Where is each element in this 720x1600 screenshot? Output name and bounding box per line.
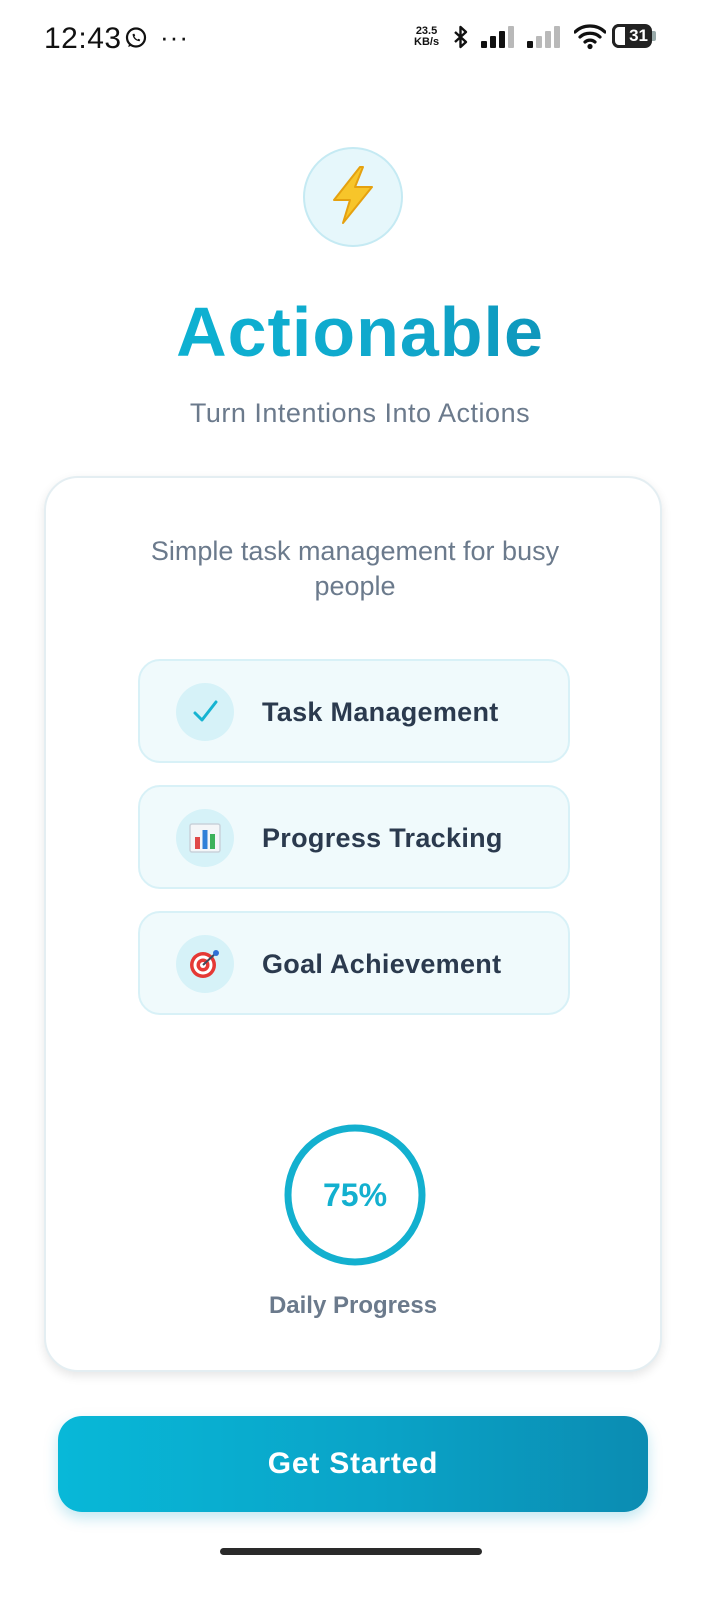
home-indicator[interactable] [220, 1548, 482, 1555]
app-title: Actionable [0, 292, 720, 372]
feature-label: Progress Tracking [262, 823, 503, 853]
wifi-icon [573, 24, 607, 55]
status-more: ··· [160, 22, 189, 52]
network-speed: 23.5 KB/s [414, 26, 439, 48]
status-bar: 12:43 ··· 23.5 KB/s 31 [0, 0, 720, 78]
progress-value: 75% [322, 1177, 388, 1213]
feature-label: Goal Achievement [262, 949, 502, 979]
feature-goal-achievement: Goal Achievement [138, 911, 570, 1015]
bar-chart-icon [176, 809, 234, 867]
battery-cap [652, 31, 656, 41]
feature-task-management: Task Management [138, 659, 570, 763]
welcome-screen: 12:43 ··· 23.5 KB/s 31 Actionable Turn I… [0, 0, 720, 1600]
bluetooth-icon [452, 25, 470, 54]
whatsapp-icon [124, 26, 148, 50]
card-subtitle: Simple task management for busy people [150, 536, 560, 601]
network-speed-unit: KB/s [414, 36, 440, 48]
target-icon [176, 935, 234, 993]
feature-progress-tracking: Progress Tracking [138, 785, 570, 889]
checkmark-icon [176, 683, 234, 741]
lightning-bolt-icon [330, 165, 376, 229]
battery-level: 31 [629, 26, 648, 45]
signal-icon [480, 25, 516, 54]
app-tagline: Turn Intentions Into Actions [189, 398, 531, 428]
signal-icon [526, 25, 562, 54]
feature-label: Task Management [262, 697, 499, 727]
battery-empty-portion [612, 24, 625, 48]
app-logo [303, 147, 403, 247]
get-started-button[interactable]: Get Started [58, 1416, 648, 1512]
status-time: 12:43 [44, 22, 122, 55]
feature-card: Simple task management for busy people T… [44, 476, 662, 1372]
progress-label: Daily Progress [268, 1292, 438, 1319]
